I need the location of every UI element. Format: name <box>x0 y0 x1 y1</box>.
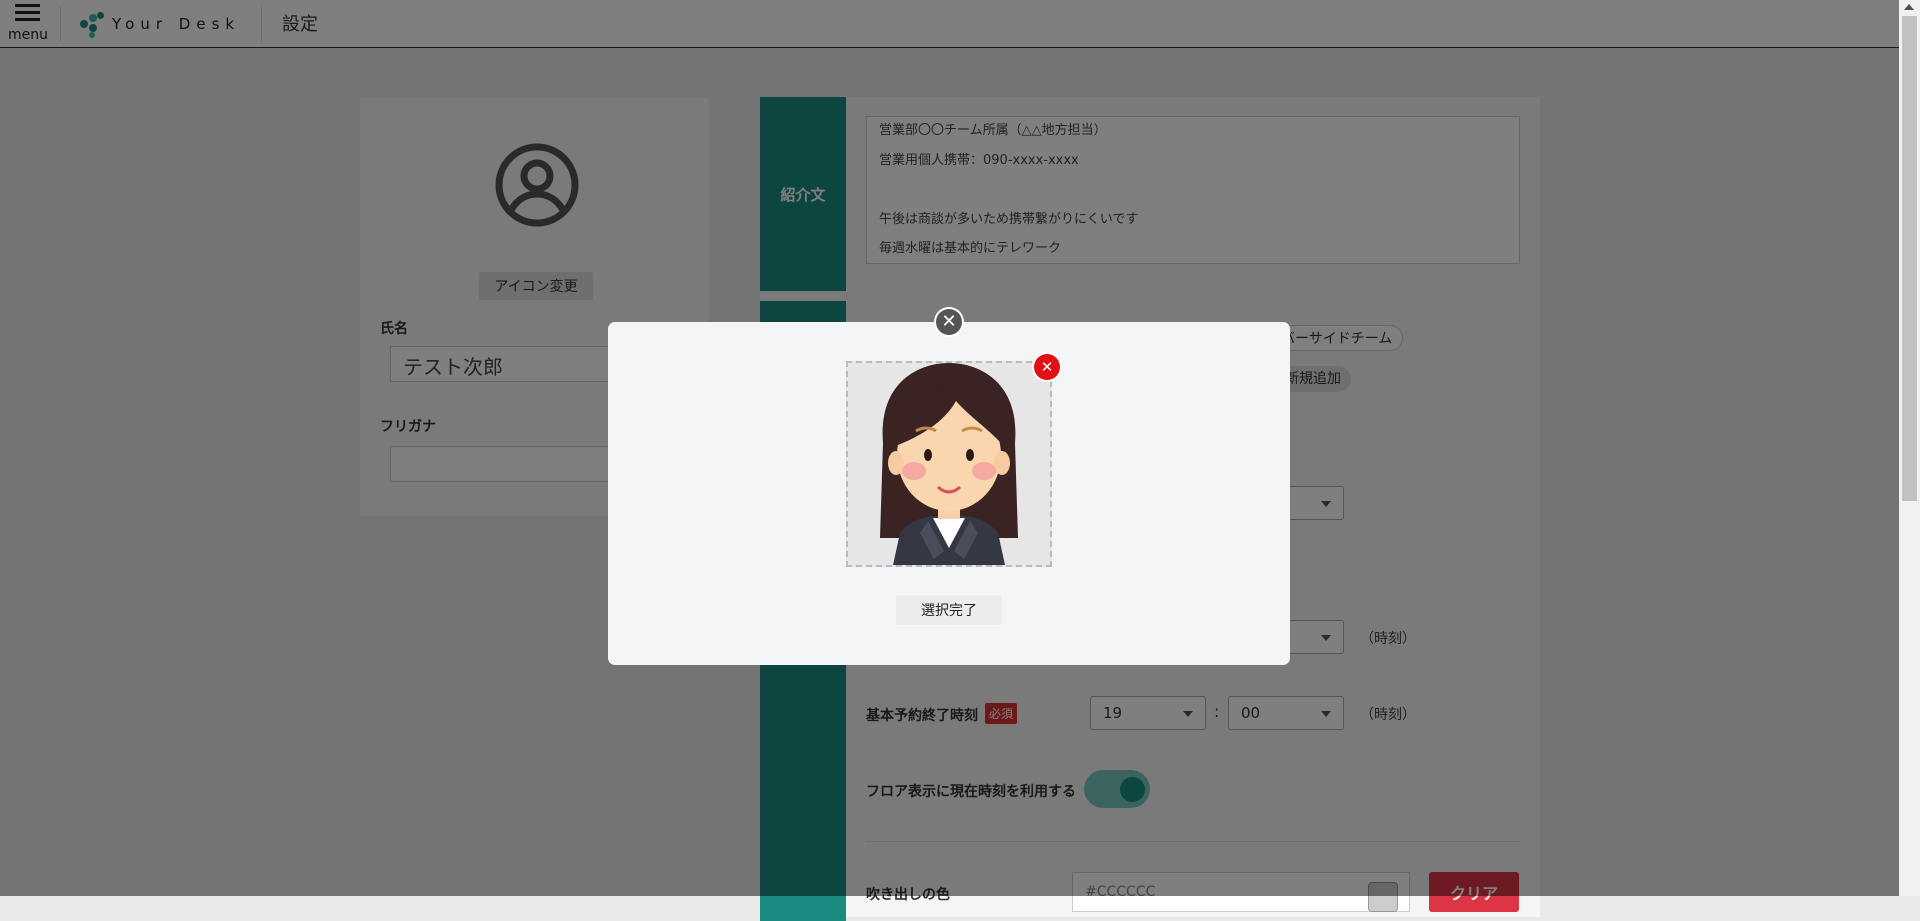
close-icon: ✕ <box>936 309 962 335</box>
remove-photo-button[interactable]: ✕ <box>1032 352 1062 382</box>
page-scrollbar[interactable] <box>1899 0 1920 896</box>
scroll-up-arrow-icon[interactable] <box>1904 4 1914 10</box>
modal-close-button[interactable]: ✕ <box>934 307 964 337</box>
close-icon: ✕ <box>1034 354 1060 380</box>
businesswoman-portrait-image <box>848 363 1050 565</box>
selected-photo[interactable] <box>846 361 1052 567</box>
selection-done-button[interactable]: 選択完了 <box>896 595 1002 625</box>
scrollbar-thumb[interactable] <box>1902 16 1917 501</box>
